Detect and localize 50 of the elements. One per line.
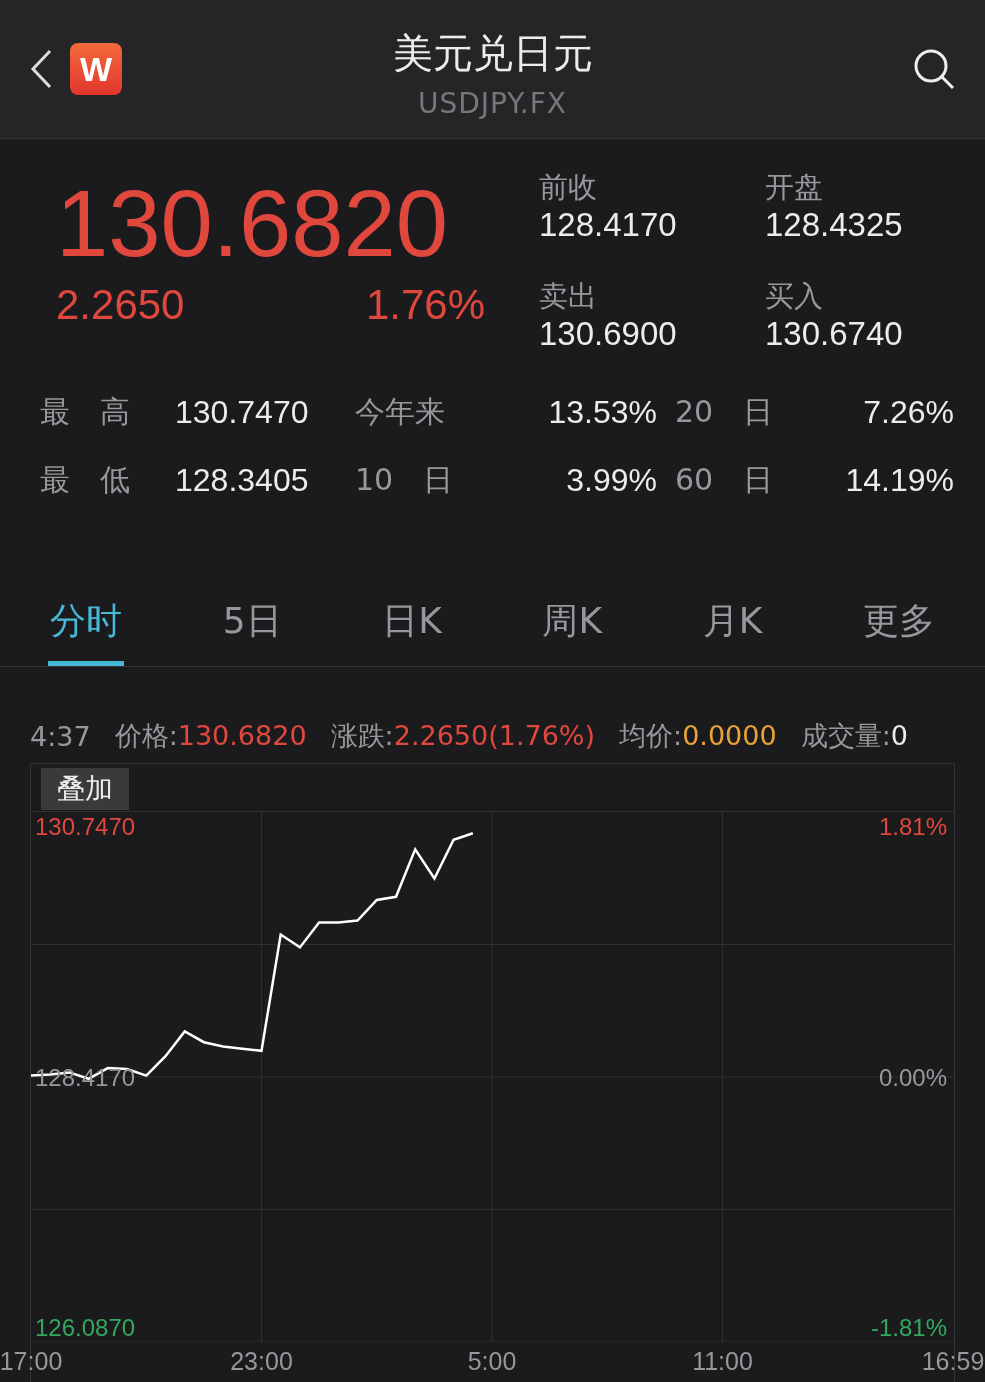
chart-tab[interactable]: 月K xyxy=(700,587,765,667)
stat-label: 最 高 xyxy=(40,393,131,432)
stat-value: 13.53% xyxy=(547,393,658,433)
field-label: 开盘 xyxy=(765,169,824,206)
symbol-code: USDJPY.FX xyxy=(418,87,567,121)
axis-label: 16:59 xyxy=(921,1347,985,1375)
info-item: 均价:0.0000 xyxy=(619,719,777,754)
app-logo: W xyxy=(70,43,122,96)
axis-label: 1.81% xyxy=(878,812,947,840)
info-item: 价格:130.6820 xyxy=(114,719,307,754)
change-percent: 1.76% xyxy=(365,281,485,330)
axis-label: 5:00 xyxy=(467,1347,517,1375)
axis-label: 23:00 xyxy=(230,1347,293,1375)
field-label: 买入 xyxy=(765,277,824,314)
stat-value: 7.26% xyxy=(862,393,955,433)
price-change: 2.2650 xyxy=(56,281,185,330)
last-price: 130.6820 xyxy=(56,170,450,279)
stat-label: 最 低 xyxy=(40,461,131,500)
chart-tab[interactable]: 更多 xyxy=(860,587,937,667)
field-label: 卖出 xyxy=(539,277,598,314)
stat-label: 60 日 xyxy=(675,461,774,500)
time-label: 4:37 xyxy=(30,720,91,752)
stat-value: 3.99% xyxy=(565,461,658,501)
axis-label: 130.7470 xyxy=(35,812,136,840)
chart-tab[interactable]: 分时 xyxy=(48,587,124,667)
axis-label: 126.0870 xyxy=(35,1314,136,1342)
field-value: 130.6740 xyxy=(765,313,904,354)
info-item: 涨跌:2.2650(1.76%) xyxy=(330,719,596,754)
stat-label: 今年来 xyxy=(355,393,446,432)
stat-label: 20 日 xyxy=(675,393,774,432)
field-value: 128.4325 xyxy=(765,205,904,246)
axis-label: 17:00 xyxy=(0,1347,63,1375)
stat-value: 14.19% xyxy=(844,461,955,501)
stat-value: 128.3405 xyxy=(175,461,310,501)
chart-tab[interactable]: 5日 xyxy=(220,587,284,667)
axis-label: 11:00 xyxy=(692,1347,753,1375)
overlay-button[interactable]: 叠加 xyxy=(41,768,129,810)
search-icon[interactable] xyxy=(913,48,955,91)
back-icon[interactable] xyxy=(30,49,52,90)
page-title: 美元兑日元 xyxy=(392,29,593,79)
info-item: 成交量:0 xyxy=(800,719,908,754)
stat-value: 130.7470 xyxy=(175,393,310,433)
stat-label: 10 日 xyxy=(355,461,454,500)
field-value: 130.6900 xyxy=(539,313,678,354)
axis-label: -1.81% xyxy=(870,1314,947,1342)
chart-tab[interactable]: 周K xyxy=(540,587,605,667)
axis-label: 0.00% xyxy=(878,1063,947,1091)
chart-tab[interactable]: 日K xyxy=(380,587,444,667)
field-label: 前收 xyxy=(539,169,598,206)
field-value: 128.4170 xyxy=(539,205,678,246)
